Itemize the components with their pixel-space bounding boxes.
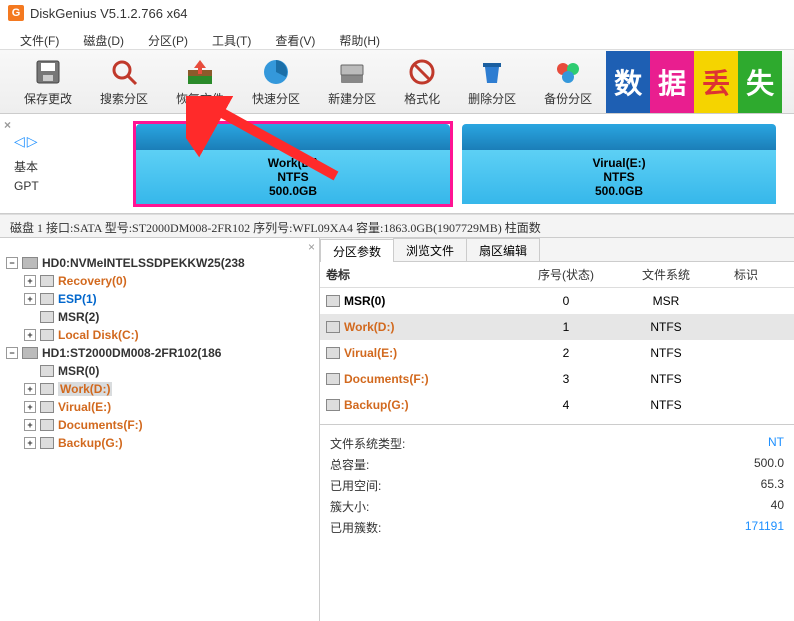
- volume-icon: [40, 329, 54, 341]
- quick-part-icon: [260, 56, 292, 88]
- expand-icon[interactable]: +: [24, 419, 36, 431]
- expand-icon[interactable]: +: [24, 329, 36, 341]
- window-title: DiskGenius V5.1.2.766 x64: [30, 6, 188, 21]
- delete-part-icon: [476, 56, 508, 88]
- close-panel-icon[interactable]: ×: [308, 240, 315, 254]
- volume-icon: [40, 275, 54, 287]
- backup-icon: [552, 56, 584, 88]
- table-row[interactable]: Backup(G:) 4 NTFS: [320, 392, 794, 418]
- collapse-icon[interactable]: −: [6, 257, 18, 269]
- tree-vol-recovery[interactable]: +Recovery(0): [24, 272, 319, 290]
- menu-help[interactable]: 帮助(H): [327, 30, 392, 45]
- format-button[interactable]: 格式化: [390, 50, 454, 113]
- tab-sector-edit[interactable]: 扇区编辑: [466, 238, 540, 261]
- new-part-icon: [336, 56, 368, 88]
- tree-vol-c[interactable]: +Local Disk(C:): [24, 326, 319, 344]
- expand-icon[interactable]: +: [24, 437, 36, 449]
- logo-char-4: 失: [738, 51, 782, 113]
- tab-partition-params[interactable]: 分区参数: [320, 239, 394, 262]
- volume-work-d[interactable]: Work(D:) NTFS 500.0GB: [136, 124, 450, 204]
- volume-icon: [40, 293, 54, 305]
- tree-vol-esp[interactable]: +ESP(1): [24, 290, 319, 308]
- close-icon[interactable]: ×: [4, 118, 11, 132]
- tree-disk-hd1[interactable]: − HD1:ST2000DM008-2FR102(186: [6, 344, 319, 362]
- tree-vol-work-d[interactable]: +Work(D:): [24, 380, 319, 398]
- title-bar: G DiskGenius V5.1.2.766 x64: [0, 0, 794, 26]
- volume-icon: [326, 347, 340, 359]
- volume-icon: [326, 321, 340, 333]
- toolbar: 保存更改 搜索分区 恢复文件 快速分区 新建分区 格式化 删除分区: [0, 50, 794, 114]
- details-panel: 分区参数 浏览文件 扇区编辑 卷标 序号(状态) 文件系统 标识 MSR(0) …: [320, 238, 794, 621]
- logo-char-2: 据: [650, 51, 694, 113]
- main-area: × − HD0:NVMeINTELSSDPEKKW25(238 +Recover…: [0, 238, 794, 621]
- tree-vol-backup-g[interactable]: +Backup(G:): [24, 434, 319, 452]
- disk-tree-panel: × − HD0:NVMeINTELSSDPEKKW25(238 +Recover…: [0, 238, 320, 621]
- table-row[interactable]: Work(D:) 1 NTFS: [320, 314, 794, 340]
- disk-icon: [22, 257, 38, 269]
- tab-browse-files[interactable]: 浏览文件: [393, 238, 467, 261]
- partition-table: 卷标 序号(状态) 文件系统 标识 MSR(0) 0 MSR Work(D:) …: [320, 262, 794, 418]
- volume-icon: [40, 365, 54, 377]
- volume-icon: [40, 437, 54, 449]
- volume-icon: [326, 295, 340, 307]
- table-row[interactable]: MSR(0) 0 MSR: [320, 288, 794, 314]
- expand-icon[interactable]: +: [24, 383, 36, 395]
- backup-partition-button[interactable]: 备份分区: [530, 50, 606, 113]
- tab-strip: 分区参数 浏览文件 扇区编辑: [320, 238, 794, 262]
- partition-info: 文件系统类型:NT 总容量:500.0 已用空间:65.3 簇大小:40 已用簇…: [320, 424, 794, 546]
- expand-icon[interactable]: +: [24, 293, 36, 305]
- menu-disk[interactable]: 磁盘(D): [71, 30, 136, 45]
- search-partition-button[interactable]: 搜索分区: [86, 50, 162, 113]
- disk-status-line: 磁盘 1 接口:SATA 型号:ST2000DM008-2FR102 序列号:W…: [0, 214, 794, 238]
- volume-icon: [326, 399, 340, 411]
- prev-disk-icon[interactable]: ◁: [14, 133, 25, 150]
- volume-icon: [40, 383, 54, 395]
- menu-partition[interactable]: 分区(P): [136, 30, 200, 45]
- app-icon: G: [8, 5, 24, 21]
- logo-char-3: 丢: [694, 51, 738, 113]
- tree-vol-documents-f[interactable]: +Documents(F:): [24, 416, 319, 434]
- search-icon: [108, 56, 140, 88]
- save-icon: [32, 56, 64, 88]
- volume-virual-e[interactable]: Virual(E:) NTFS 500.0GB: [462, 124, 776, 204]
- table-row[interactable]: Documents(F:) 3 NTFS: [320, 366, 794, 392]
- recover-icon: [184, 56, 216, 88]
- menu-view[interactable]: 查看(V): [263, 30, 327, 45]
- disk-type-label: ◁ ▷ 基本 GPT: [6, 125, 136, 203]
- menu-file[interactable]: 文件(F): [8, 30, 71, 45]
- tree-vol-msr0[interactable]: MSR(0): [24, 362, 319, 380]
- tree-vol-virual-e[interactable]: +Virual(E:): [24, 398, 319, 416]
- save-button[interactable]: 保存更改: [10, 50, 86, 113]
- quick-partition-button[interactable]: 快速分区: [238, 50, 314, 113]
- disk-icon: [22, 347, 38, 359]
- menu-bar: 文件(F) 磁盘(D) 分区(P) 工具(T) 查看(V) 帮助(H): [0, 26, 794, 50]
- table-row[interactable]: Virual(E:) 2 NTFS: [320, 340, 794, 366]
- volume-icon: [40, 419, 54, 431]
- new-partition-button[interactable]: 新建分区: [314, 50, 390, 113]
- tree-vol-msr[interactable]: MSR(2): [24, 308, 319, 326]
- table-header: 卷标 序号(状态) 文件系统 标识: [320, 262, 794, 288]
- expand-icon[interactable]: +: [24, 275, 36, 287]
- next-disk-icon[interactable]: ▷: [27, 133, 38, 150]
- tree-disk-hd0[interactable]: − HD0:NVMeINTELSSDPEKKW25(238: [6, 254, 319, 272]
- delete-partition-button[interactable]: 删除分区: [454, 50, 530, 113]
- volume-icon: [40, 401, 54, 413]
- recover-files-button[interactable]: 恢复文件: [162, 50, 238, 113]
- volume-icon: [326, 373, 340, 385]
- collapse-icon[interactable]: −: [6, 347, 18, 359]
- logo-char-1: 数: [606, 51, 650, 113]
- logo-area: 数 据 丢 失: [606, 50, 782, 113]
- format-icon: [406, 56, 438, 88]
- volume-icon: [40, 311, 54, 323]
- disk-map: × ◁ ▷ 基本 GPT Work(D:) NTFS 500.0GB Virua…: [0, 114, 794, 214]
- menu-tools[interactable]: 工具(T): [200, 30, 263, 45]
- expand-icon[interactable]: +: [24, 401, 36, 413]
